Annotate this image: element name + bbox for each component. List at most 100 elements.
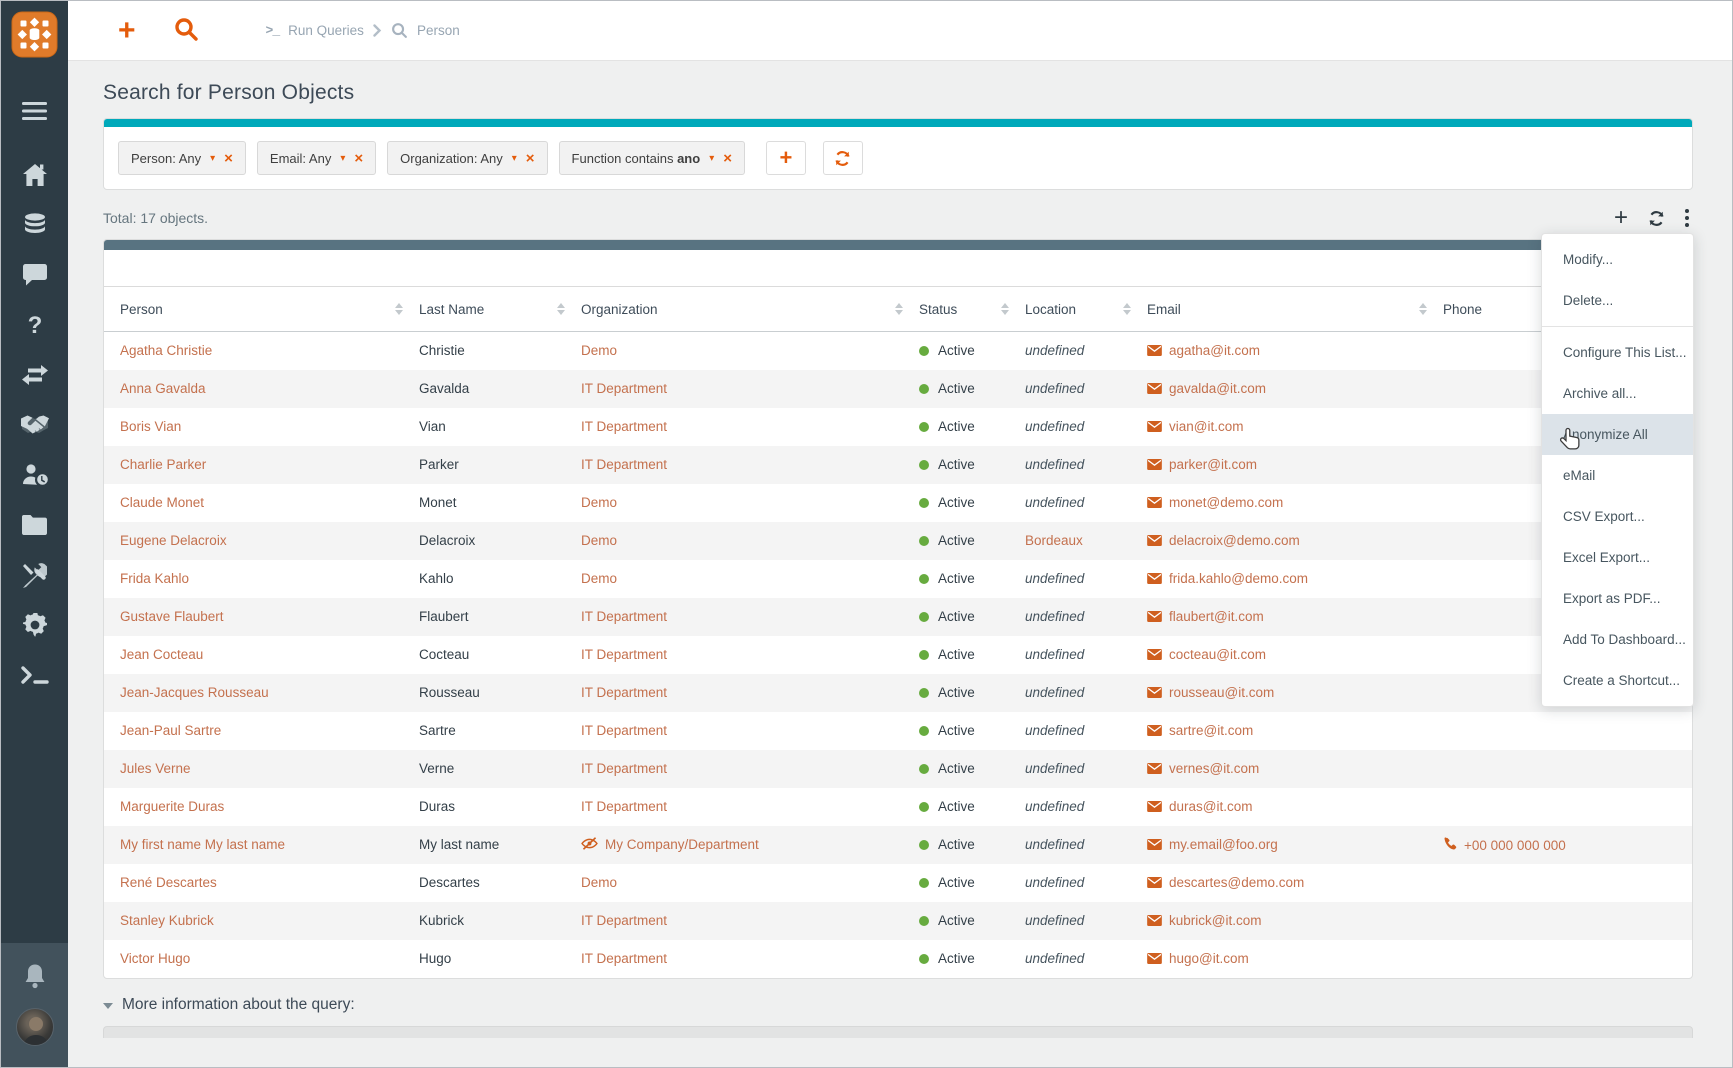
notifications-bell-icon[interactable] — [23, 963, 47, 994]
person-link[interactable]: Jean-Jacques Rousseau — [120, 685, 269, 700]
handshake-icon[interactable] — [1, 400, 68, 450]
email-link[interactable]: rousseau@it.com — [1169, 685, 1274, 700]
sort-icon[interactable] — [1419, 303, 1427, 315]
table-row[interactable]: Jean-Paul Sartre Sartre IT Department Ac… — [104, 712, 1692, 750]
organization-link[interactable]: Demo — [581, 875, 617, 890]
phone-link[interactable]: +00 000 000 000 — [1464, 838, 1566, 853]
add-object-button[interactable]: + — [1614, 206, 1628, 230]
menu-item-configure-this-list[interactable]: Configure This List... — [1542, 332, 1693, 373]
menu-item-modify[interactable]: Modify... — [1542, 239, 1693, 280]
table-row[interactable]: Gustave Flaubert Flaubert IT Department … — [104, 598, 1692, 636]
sort-icon[interactable] — [557, 303, 565, 315]
global-search-button[interactable] — [168, 17, 204, 44]
menu-icon[interactable] — [1, 86, 68, 136]
list-options-kebab-button[interactable] — [1685, 209, 1689, 227]
table-row[interactable]: Jean-Jacques Rousseau Rousseau IT Depart… — [104, 674, 1692, 712]
organization-link[interactable]: Demo — [581, 533, 617, 548]
email-link[interactable]: gavalda@it.com — [1169, 381, 1266, 396]
organization-link[interactable]: Demo — [581, 343, 617, 358]
filter-chip[interactable]: Email: Any ▾ × — [257, 141, 376, 175]
email-link[interactable]: duras@it.com — [1169, 799, 1252, 814]
organization-link[interactable]: IT Department — [581, 761, 667, 776]
email-link[interactable]: delacroix@demo.com — [1169, 533, 1300, 548]
person-link[interactable]: Gustave Flaubert — [120, 609, 224, 624]
column-header-location[interactable]: Location — [1017, 287, 1139, 332]
organization-link[interactable]: IT Department — [581, 647, 667, 662]
chat-icon[interactable] — [1, 250, 68, 300]
chevron-down-icon[interactable]: ▾ — [340, 153, 345, 164]
person-link[interactable]: Stanley Kubrick — [120, 913, 214, 928]
menu-item-archive-all[interactable]: Archive all... — [1542, 373, 1693, 414]
email-link[interactable]: flaubert@it.com — [1169, 609, 1264, 624]
reload-list-button[interactable] — [1648, 210, 1665, 227]
quick-add-button[interactable]: + — [112, 16, 142, 46]
app-logo-icon[interactable] — [11, 11, 58, 58]
table-row[interactable]: My first name My last name My last name … — [104, 826, 1692, 864]
chevron-down-icon[interactable]: ▾ — [210, 153, 215, 164]
menu-item-delete[interactable]: Delete... — [1542, 280, 1693, 321]
chevron-down-icon[interactable]: ▾ — [512, 153, 517, 164]
organization-link[interactable]: IT Department — [581, 723, 667, 738]
person-link[interactable]: Jean-Paul Sartre — [120, 723, 221, 738]
remove-filter-icon[interactable]: × — [723, 151, 732, 166]
menu-item-add-to-dashboard[interactable]: Add To Dashboard... — [1542, 619, 1693, 660]
remove-filter-icon[interactable]: × — [526, 151, 535, 166]
organization-link[interactable]: IT Department — [581, 419, 667, 434]
user-avatar[interactable] — [16, 1008, 54, 1046]
table-row[interactable]: Agatha Christie Christie Demo Active und… — [104, 332, 1692, 370]
organization-link[interactable]: IT Department — [581, 951, 667, 966]
menu-item-excel-export[interactable]: Excel Export... — [1542, 537, 1693, 578]
email-link[interactable]: monet@demo.com — [1169, 495, 1283, 510]
organization-link[interactable]: Demo — [581, 571, 617, 586]
menu-item-export-as-pdf[interactable]: Export as PDF... — [1542, 578, 1693, 619]
organization-link[interactable]: IT Department — [581, 913, 667, 928]
person-link[interactable]: Boris Vian — [120, 419, 181, 434]
column-header-person[interactable]: Person — [104, 287, 411, 332]
refresh-query-button[interactable] — [823, 141, 863, 175]
organization-link[interactable]: IT Department — [581, 457, 667, 472]
table-row[interactable]: Anna Gavalda Gavalda IT Department Activ… — [104, 370, 1692, 408]
menu-item-email[interactable]: eMail — [1542, 455, 1693, 496]
person-link[interactable]: Jules Verne — [120, 761, 191, 776]
column-header-organization[interactable]: Organization — [573, 287, 911, 332]
breadcrumb-run-queries[interactable]: Run Queries — [288, 23, 364, 38]
person-link[interactable]: Anna Gavalda — [120, 381, 206, 396]
menu-item-create-a-shortcut[interactable]: Create a Shortcut... — [1542, 660, 1693, 701]
table-row[interactable]: Victor Hugo Hugo IT Department Active un… — [104, 940, 1692, 978]
folder-icon[interactable] — [1, 500, 68, 550]
table-row[interactable]: Marguerite Duras Duras IT Department Act… — [104, 788, 1692, 826]
table-row[interactable]: Claude Monet Monet Demo Active undefined… — [104, 484, 1692, 522]
user-clock-icon[interactable] — [1, 450, 68, 500]
person-link[interactable]: Marguerite Duras — [120, 799, 224, 814]
email-link[interactable]: sartre@it.com — [1169, 723, 1253, 738]
email-link[interactable]: agatha@it.com — [1169, 343, 1260, 358]
add-filter-button[interactable]: + — [766, 141, 806, 175]
organization-link[interactable]: IT Department — [581, 609, 667, 624]
table-row[interactable]: Charlie Parker Parker IT Department Acti… — [104, 446, 1692, 484]
person-link[interactable]: Charlie Parker — [120, 457, 206, 472]
filter-chip[interactable]: Person: Any ▾ × — [118, 141, 246, 175]
column-header-email[interactable]: Email — [1139, 287, 1435, 332]
table-row[interactable]: Frida Kahlo Kahlo Demo Active undefined … — [104, 560, 1692, 598]
sort-icon[interactable] — [1123, 303, 1131, 315]
breadcrumb-person[interactable]: Person — [417, 23, 460, 38]
email-link[interactable]: frida.kahlo@demo.com — [1169, 571, 1308, 586]
table-row[interactable]: René Descartes Descartes Demo Active und… — [104, 864, 1692, 902]
home-icon[interactable] — [1, 150, 68, 200]
person-link[interactable]: René Descartes — [120, 875, 217, 890]
table-row[interactable]: Eugene Delacroix Delacroix Demo Active B… — [104, 522, 1692, 560]
menu-item-csv-export[interactable]: CSV Export... — [1542, 496, 1693, 537]
more-info-toggle[interactable]: More information about the query: — [103, 996, 1693, 1014]
organization-link[interactable]: Demo — [581, 495, 617, 510]
column-header-status[interactable]: Status — [911, 287, 1017, 332]
remove-filter-icon[interactable]: × — [224, 151, 233, 166]
organization-link[interactable]: IT Department — [581, 381, 667, 396]
chevron-down-icon[interactable]: ▾ — [709, 153, 714, 164]
sort-icon[interactable] — [1001, 303, 1009, 315]
email-link[interactable]: my.email@foo.org — [1169, 837, 1278, 852]
column-header-last-name[interactable]: Last Name — [411, 287, 573, 332]
person-link[interactable]: Eugene Delacroix — [120, 533, 227, 548]
person-link[interactable]: Claude Monet — [120, 495, 204, 510]
email-link[interactable]: vian@it.com — [1169, 419, 1243, 434]
email-link[interactable]: hugo@it.com — [1169, 951, 1249, 966]
